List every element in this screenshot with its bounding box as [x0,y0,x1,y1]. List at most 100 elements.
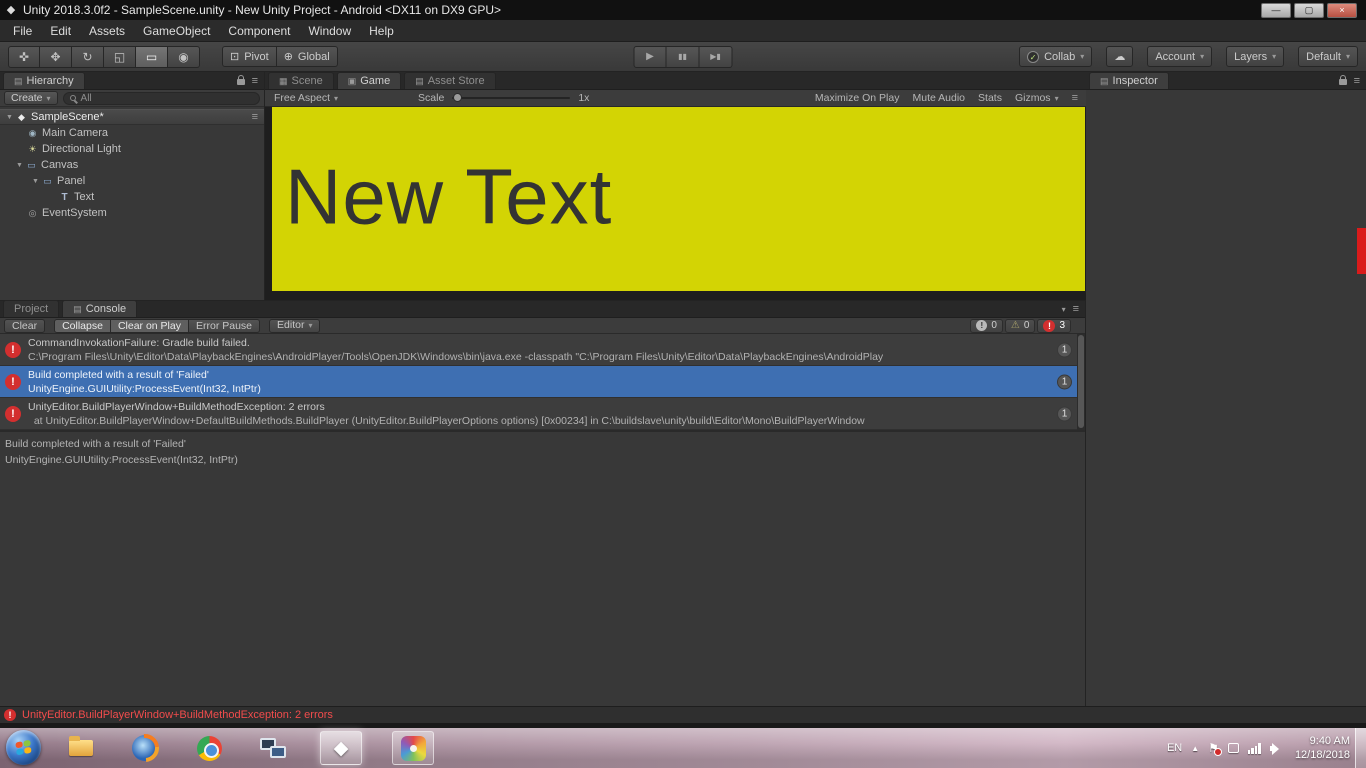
scale-slider-thumb[interactable] [453,93,463,102]
menu-component[interactable]: Component [219,20,299,41]
clear-button[interactable]: Clear [4,318,46,333]
tree-item-label: EventSystem [42,207,107,219]
transform-tool-icon: ◉ [178,49,189,64]
console-entry-2-selected[interactable]: ! Build completed with a result of 'Fail… [0,366,1085,398]
scene-header-row[interactable]: ▼ ◆ SampleScene* ≡ [0,109,264,125]
aspect-dropdown[interactable]: Free Aspect ▾ [270,92,342,104]
tray-device-icon[interactable] [1227,743,1239,753]
stats-toggle[interactable]: Stats [978,92,1002,104]
console-entry-1[interactable]: ! CommandInvokationFailure: Gradle build… [0,334,1085,366]
move-tool-button[interactable]: ✥ [40,45,72,68]
account-dropdown[interactable]: Account ▾ [1147,46,1213,67]
log-line-1: UnityEditor.BuildPlayerWindow+BuildMetho… [28,400,325,413]
collab-label: Collab [1044,50,1076,63]
console-entry-3[interactable]: ! UnityEditor.BuildPlayerWindow+BuildMet… [0,398,1085,430]
maximize-button[interactable]: ▢ [1294,2,1324,18]
global-toggle-button[interactable]: ⊕ Global [276,46,338,67]
collapse-toggle[interactable]: Collapse [54,318,111,333]
tab-console[interactable]: ▤ Console [62,300,138,317]
twisty-open-icon[interactable]: ▼ [30,178,41,185]
step-button[interactable]: ▶▮ [699,45,733,68]
close-button[interactable]: × [1327,2,1357,18]
error-count-toggle[interactable]: ! 3 [1037,318,1071,333]
transform-tool-button[interactable]: ◉ [168,45,200,68]
taskbar-paint-app-button[interactable] [392,731,434,765]
pivot-toggle-button[interactable]: ⊡ Pivot [222,46,277,67]
language-indicator[interactable]: EN [1167,742,1182,754]
detail-line-2: UnityEngine.GUIUtility:ProcessEvent(Int3… [5,454,238,466]
menu-window[interactable]: Window [299,20,360,41]
scrollbar-thumb[interactable] [1078,335,1084,428]
taskbar-unity-button-active[interactable]: ◆ [320,731,362,765]
panel-menu-icon[interactable]: ≡ [252,75,258,86]
taskbar-putty-icon[interactable] [256,732,290,764]
clear-on-play-toggle[interactable]: Clear on Play [110,318,189,333]
tree-item-canvas[interactable]: ▼ ▭ Canvas [0,157,264,173]
tab-game[interactable]: ▣ Game [336,72,402,89]
create-dropdown[interactable]: Create ▾ [4,91,58,105]
pause-button[interactable]: ▮▮ [666,45,700,68]
tab-asset-store[interactable]: ▤ Asset Store [404,72,496,89]
status-bar[interactable]: ! UnityEditor.BuildPlayerWindow+BuildMet… [0,706,1366,723]
tab-hierarchy[interactable]: ▤ Hierarchy [3,72,85,89]
cloud-services-button[interactable]: ☁ [1106,46,1134,67]
twisty-open-icon[interactable]: ▼ [4,114,15,121]
lock-icon[interactable] [1338,75,1347,85]
scale-tool-button[interactable]: ◱ [104,45,136,68]
gizmos-dropdown[interactable]: Gizmos ▾ [1015,92,1059,104]
network-icon[interactable] [1247,742,1261,754]
text-icon: T [61,191,68,203]
scale-slider[interactable] [452,93,571,102]
taskbar-explorer-icon[interactable] [64,732,98,764]
error-pause-toggle[interactable]: Error Pause [188,318,261,333]
menu-edit[interactable]: Edit [41,20,80,41]
panel-menu-icon[interactable]: ≡ [1072,93,1078,104]
hand-tool-button[interactable]: ✜ [8,45,40,68]
maximize-on-play-toggle[interactable]: Maximize On Play [815,92,900,104]
warning-count-toggle[interactable]: ⚠ 0 [1004,318,1036,333]
rect-tool-button[interactable]: ▭ [136,45,168,68]
clock[interactable]: 9:40 AM 12/18/2018 [1295,734,1350,762]
panel-menu-icon[interactable]: ≡ [1073,304,1079,315]
minimize-button[interactable]: — [1261,2,1291,18]
tree-item-text[interactable]: T Text [0,189,264,205]
hierarchy-search-input[interactable]: All [62,91,260,105]
editor-dropdown[interactable]: Editor ▾ [269,318,321,333]
action-center-flag-icon[interactable]: ⚑ [1208,742,1222,756]
lock-icon[interactable] [236,75,245,85]
menu-assets[interactable]: Assets [80,20,134,41]
taskbar-firefox-icon[interactable] [128,732,162,764]
mute-audio-toggle[interactable]: Mute Audio [912,92,965,104]
tab-inspector[interactable]: ▤ Inspector [1089,72,1169,89]
menu-help[interactable]: Help [360,20,403,41]
rotate-tool-button[interactable]: ↻ [72,45,104,68]
layers-dropdown[interactable]: Layers ▾ [1226,46,1285,67]
layout-dropdown[interactable]: Default ▾ [1298,46,1358,67]
tree-item-directional-light[interactable]: ☀ Directional Light [0,141,264,157]
playmode-controls: ▶ ▮▮ ▶▮ [633,45,733,68]
info-icon: ! [976,320,988,331]
tab-project[interactable]: Project [3,300,60,317]
twisty-open-icon[interactable]: ▼ [14,162,25,169]
menu-file[interactable]: File [4,20,41,41]
show-desktop-button[interactable] [1355,728,1366,768]
play-button[interactable]: ▶ [633,45,667,68]
tab-scene[interactable]: ▦ Scene [268,72,334,89]
chevron-down-icon[interactable]: ▾ [1062,305,1066,314]
tree-item-panel[interactable]: ▼ ▭ Panel [0,173,264,189]
taskbar-chrome-icon[interactable] [192,732,226,764]
info-count-toggle[interactable]: ! 0 [970,318,1003,333]
tree-item-eventsystem[interactable]: ◎ EventSystem [0,205,264,221]
collab-dropdown[interactable]: ✓ Collab ▾ [1019,46,1093,67]
volume-icon[interactable] [1269,742,1282,754]
console-detail-pane[interactable]: Build completed with a result of 'Failed… [0,430,1085,706]
tree-item-main-camera[interactable]: ◉ Main Camera [0,125,264,141]
menu-gameobject[interactable]: GameObject [134,20,219,41]
hidden-icons-chevron[interactable]: ▲ [1191,744,1199,753]
console-scrollbar[interactable] [1077,334,1085,430]
start-button[interactable] [6,730,41,765]
hierarchy-toolbar: Create ▾ All [0,90,264,107]
scene-menu-icon[interactable]: ≡ [252,110,264,124]
panel-menu-icon[interactable]: ≡ [1354,75,1360,86]
error-icon: ! [5,341,21,358]
